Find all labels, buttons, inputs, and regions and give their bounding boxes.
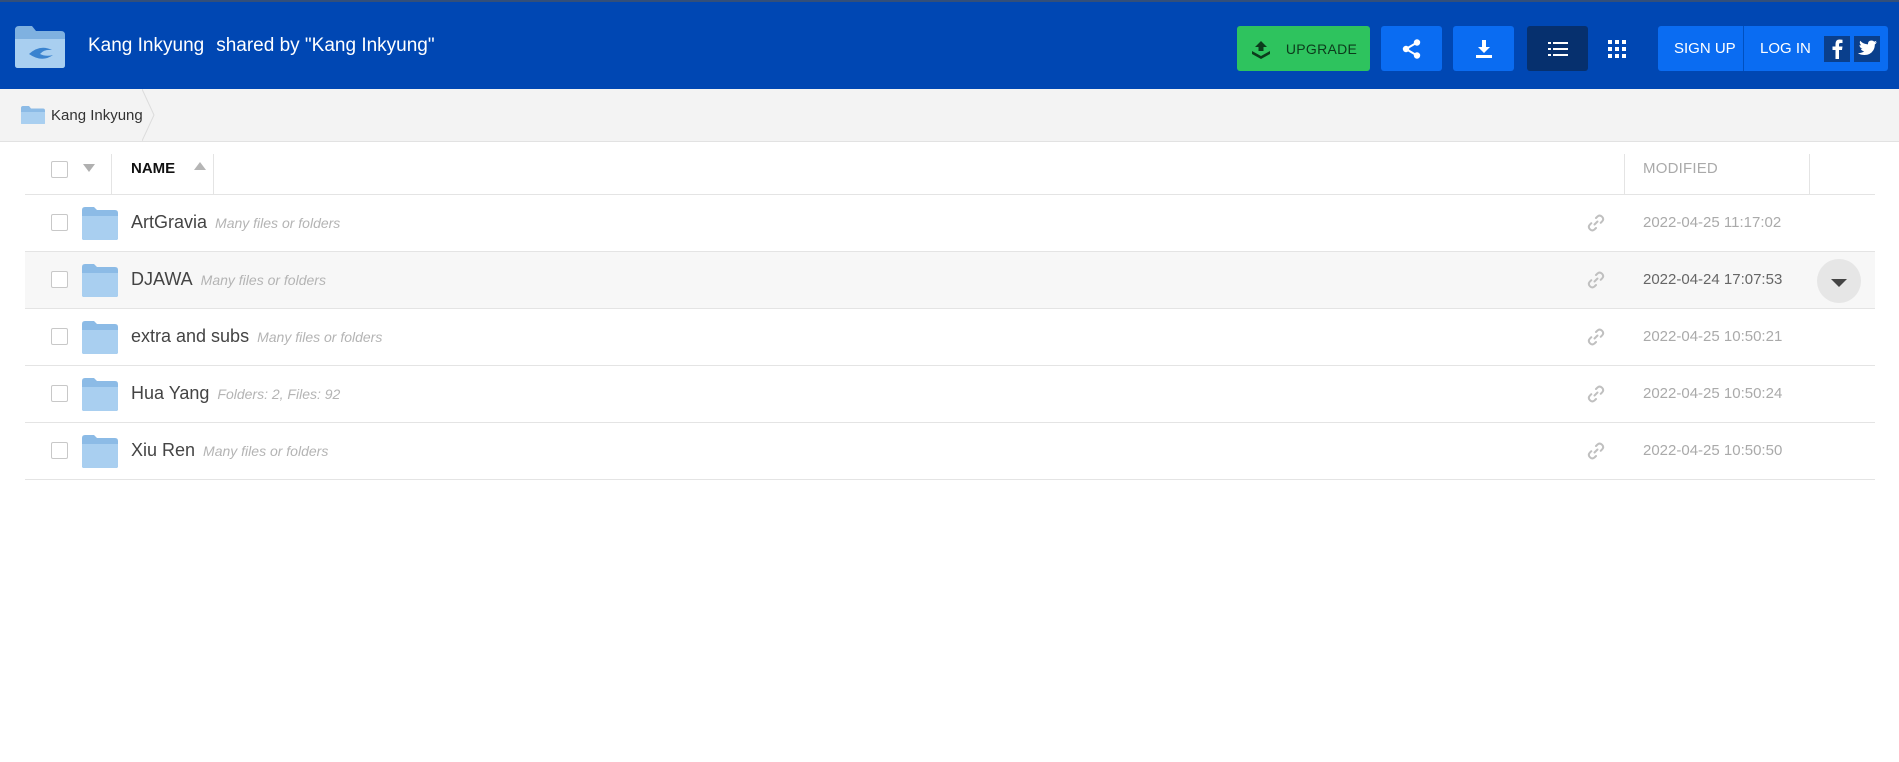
sign-up-button[interactable]: SIGN UP bbox=[1658, 26, 1744, 71]
share-icon bbox=[1402, 38, 1420, 59]
row-checkbox[interactable] bbox=[51, 442, 68, 459]
top-header: Kang Inkyung shared by "Kang Inkyung" UPG… bbox=[0, 0, 1899, 89]
link-icon[interactable] bbox=[1587, 328, 1605, 346]
folder-name-text: Xiu Ren bbox=[131, 440, 196, 460]
table-row[interactable]: DJAWA Many files or folders 2022-04-24 17… bbox=[25, 252, 1875, 309]
list-view-button[interactable] bbox=[1527, 26, 1588, 71]
column-divider bbox=[213, 154, 214, 195]
row-checkbox[interactable] bbox=[51, 328, 68, 345]
folder-name[interactable]: DJAWA Many files or folders bbox=[131, 269, 326, 290]
folder-name[interactable]: extra and subs Many files or folders bbox=[131, 326, 382, 347]
download-icon bbox=[1475, 39, 1492, 58]
folder-meta: Many files or folders bbox=[257, 329, 383, 345]
breadcrumb-item-root[interactable]: Kang Inkyung bbox=[0, 89, 152, 141]
table-header: NAME MODIFIED bbox=[25, 142, 1875, 195]
link-icon[interactable] bbox=[1587, 214, 1605, 232]
folder-icon bbox=[82, 435, 118, 468]
modified-date: 2022-04-25 10:50:50 bbox=[1643, 442, 1783, 459]
link-icon[interactable] bbox=[1587, 442, 1605, 460]
row-checkbox[interactable] bbox=[51, 271, 68, 288]
modified-date: 2022-04-24 17:07:53 bbox=[1643, 271, 1783, 288]
sort-ascending-icon[interactable] bbox=[194, 162, 206, 170]
upgrade-icon bbox=[1251, 40, 1270, 59]
folder-name-text: Hua Yang bbox=[131, 383, 210, 403]
upgrade-label: UPGRADE bbox=[1285, 40, 1358, 57]
modified-date: 2022-04-25 11:17:02 bbox=[1643, 214, 1782, 231]
folder-name[interactable]: Hua Yang Folders: 2, Files: 92 bbox=[131, 383, 340, 404]
folder-meta: Many files or folders bbox=[203, 443, 329, 459]
folder-icon bbox=[82, 264, 118, 297]
folder-owner-name: Kang Inkyung bbox=[88, 35, 205, 56]
folder-name-text: DJAWA bbox=[131, 269, 193, 289]
folder-name-text: ArtGravia bbox=[131, 212, 208, 232]
list-view-icon bbox=[1547, 41, 1568, 56]
folder-logo-icon[interactable] bbox=[12, 22, 68, 70]
folder-meta: Many files or folders bbox=[200, 272, 326, 288]
folder-icon bbox=[82, 207, 118, 240]
folder-name[interactable]: Xiu Ren Many files or folders bbox=[131, 440, 328, 461]
grid-view-button[interactable] bbox=[1597, 26, 1637, 71]
file-table: NAME MODIFIED ArtGravia Many files or fol… bbox=[25, 142, 1875, 480]
link-icon[interactable] bbox=[1587, 385, 1605, 403]
twitter-login-button[interactable] bbox=[1854, 35, 1880, 62]
table-row[interactable]: ArtGravia Many files or folders 2022-04-2… bbox=[25, 195, 1875, 252]
column-divider bbox=[111, 154, 112, 195]
log-in-button[interactable]: LOG IN bbox=[1744, 26, 1820, 71]
name-column-header[interactable]: NAME bbox=[131, 160, 175, 177]
breadcrumb-separator bbox=[142, 89, 155, 141]
modified-date: 2022-04-25 10:50:24 bbox=[1643, 385, 1783, 402]
modified-column-header[interactable]: MODIFIED bbox=[1643, 160, 1718, 177]
column-divider bbox=[1809, 154, 1810, 195]
link-icon[interactable] bbox=[1587, 271, 1605, 289]
folder-name[interactable]: ArtGravia Many files or folders bbox=[131, 212, 340, 233]
upgrade-button[interactable]: UPGRADE bbox=[1237, 26, 1370, 71]
table-row[interactable]: Hua Yang Folders: 2, Files: 92 2022-04-25… bbox=[25, 366, 1875, 423]
grid-view-icon bbox=[1608, 39, 1626, 58]
breadcrumb: Kang Inkyung bbox=[0, 89, 1899, 142]
shared-by-text: shared by "Kang Inkyung" bbox=[216, 35, 435, 56]
auth-group: SIGN UP LOG IN bbox=[1658, 26, 1888, 71]
folder-name-text: extra and subs bbox=[131, 326, 250, 346]
breadcrumb-label: Kang Inkyung bbox=[51, 106, 143, 124]
row-checkbox[interactable] bbox=[51, 214, 68, 231]
folder-meta: Many files or folders bbox=[215, 215, 341, 231]
page-title: Kang Inkyung shared by "Kang Inkyung" bbox=[88, 35, 435, 57]
chevron-down-icon bbox=[1831, 278, 1847, 287]
column-divider bbox=[1624, 154, 1625, 195]
download-button[interactable] bbox=[1453, 26, 1514, 71]
modified-date: 2022-04-25 10:50:21 bbox=[1643, 328, 1783, 345]
folder-icon bbox=[82, 378, 118, 411]
facebook-login-button[interactable] bbox=[1824, 35, 1850, 62]
table-row[interactable]: extra and subs Many files or folders 2022… bbox=[25, 309, 1875, 366]
facebook-icon bbox=[1832, 39, 1843, 59]
twitter-icon bbox=[1857, 40, 1877, 55]
row-actions-button[interactable] bbox=[1817, 259, 1861, 303]
share-button[interactable] bbox=[1381, 26, 1442, 71]
folder-meta: Folders: 2, Files: 92 bbox=[217, 386, 341, 402]
row-checkbox[interactable] bbox=[51, 385, 68, 402]
select-all-checkbox[interactable] bbox=[51, 161, 68, 178]
folder-icon bbox=[21, 106, 45, 124]
select-options-dropdown[interactable] bbox=[83, 164, 95, 172]
folder-icon bbox=[82, 321, 118, 354]
table-row[interactable]: Xiu Ren Many files or folders 2022-04-25 … bbox=[25, 423, 1875, 480]
